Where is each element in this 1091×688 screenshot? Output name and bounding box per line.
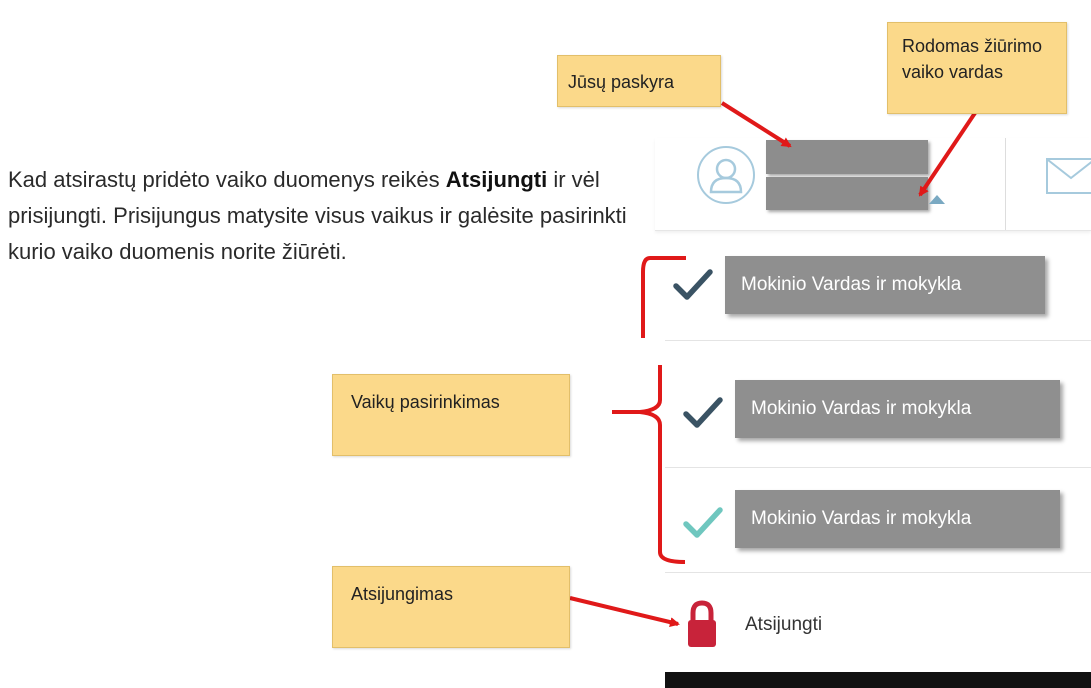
logout-link[interactable]: Atsijungti xyxy=(745,614,822,636)
row-divider xyxy=(665,467,1091,468)
check-icon xyxy=(683,397,723,428)
check-icon xyxy=(683,507,723,538)
student-item[interactable]: Mokinio Vardas ir mokykla xyxy=(735,490,1060,548)
callout-logout: Atsijungimas xyxy=(332,566,570,648)
top-bar-divider xyxy=(1005,138,1006,230)
current-child-name-redacted[interactable] xyxy=(766,177,928,210)
student-item[interactable]: Mokinio Vardas ir mokykla xyxy=(735,380,1060,438)
bottom-bar xyxy=(665,672,1091,688)
user-icon[interactable] xyxy=(697,146,755,204)
callout-child-name: Rodomas žiūrimo vaiko vardas xyxy=(887,22,1067,114)
check-icon xyxy=(673,269,713,300)
lock-icon[interactable] xyxy=(685,599,719,649)
instruction-text-bold: Atsijungti xyxy=(445,167,548,192)
callout-account: Jūsų paskyra xyxy=(557,55,721,107)
instruction-text: Kad atsirastų pridėto vaiko duomenys rei… xyxy=(8,162,648,270)
caret-up-icon[interactable] xyxy=(927,192,947,206)
mail-icon[interactable] xyxy=(1046,158,1091,194)
account-name-redacted[interactable] xyxy=(766,140,928,174)
row-divider xyxy=(665,572,1091,573)
instruction-text-before: Kad atsirastų pridėto vaiko duomenys rei… xyxy=(8,167,446,192)
student-item[interactable]: Mokinio Vardas ir mokykla xyxy=(725,256,1045,314)
row-divider xyxy=(665,340,1091,341)
callout-children-select: Vaikų pasirinkimas xyxy=(332,374,570,456)
